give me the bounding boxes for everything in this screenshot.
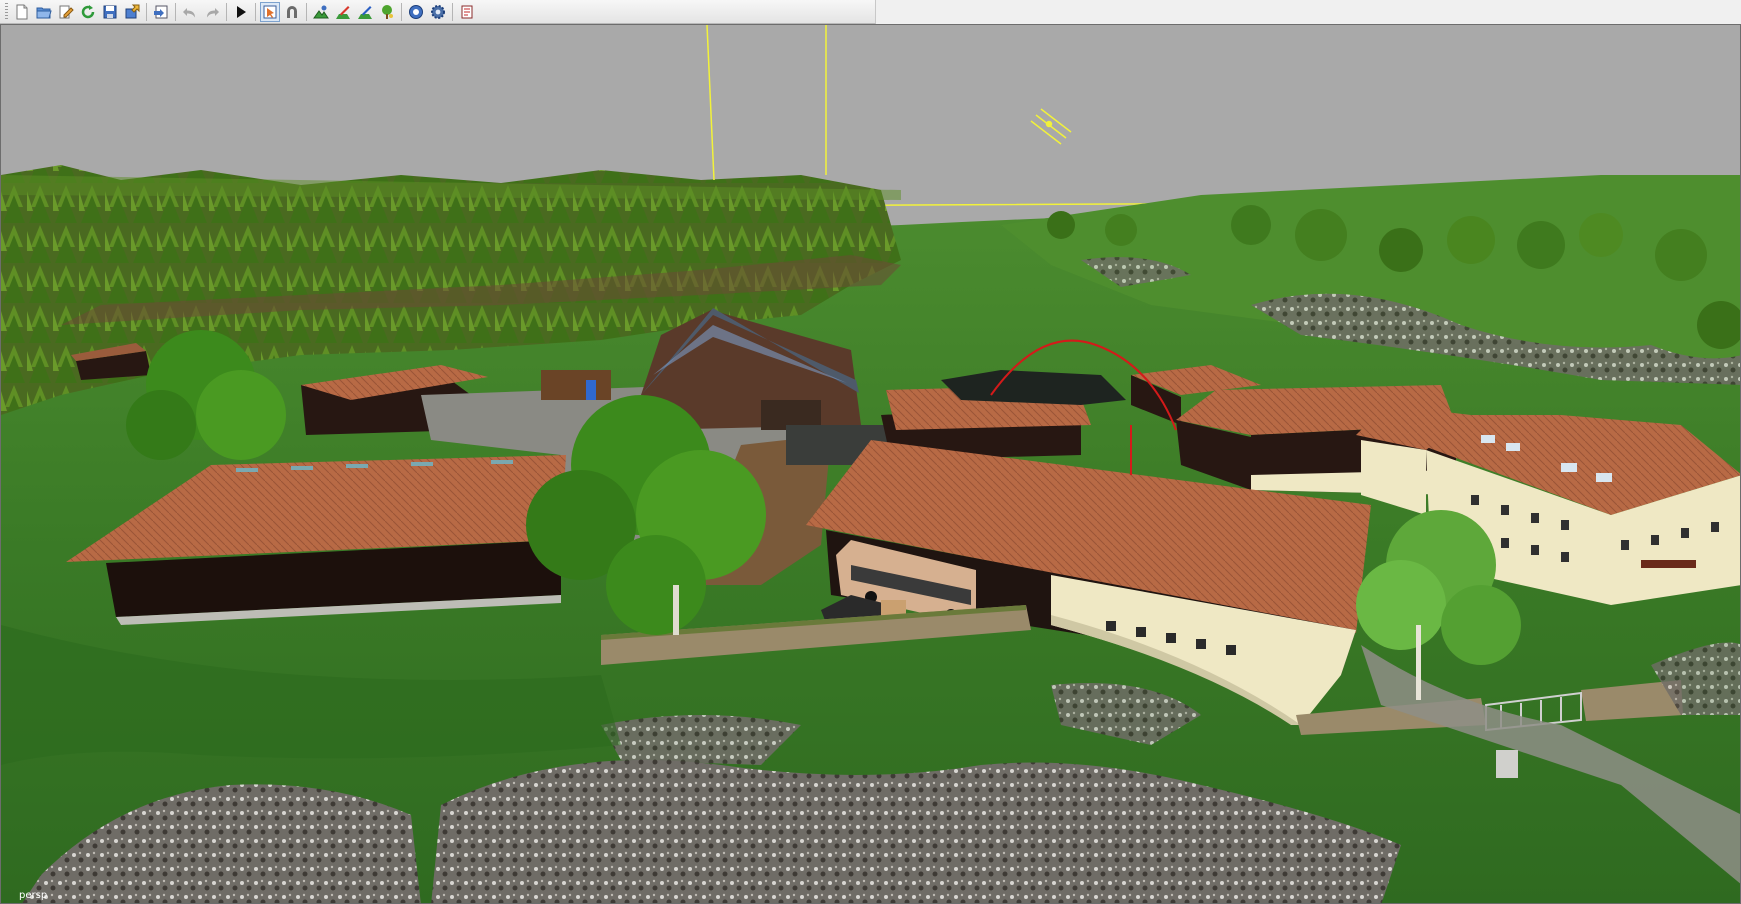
play-icon (237, 5, 246, 18)
edit-file-icon (59, 5, 74, 18)
utility-box (1496, 750, 1518, 778)
foliage-paint-icon (358, 5, 372, 19)
settings-tool-button[interactable] (428, 2, 448, 22)
edit-file-button[interactable] (56, 2, 76, 22)
tree-paint-icon (382, 4, 393, 19)
undo-icon (183, 7, 195, 17)
play-button[interactable] (231, 2, 251, 22)
toolbar-separator (401, 2, 402, 21)
redo-button[interactable] (202, 2, 222, 22)
scene-render (1, 25, 1740, 903)
main-toolbar (0, 0, 876, 24)
foliage-paint-button[interactable] (355, 2, 375, 22)
redo-icon (207, 7, 219, 17)
refresh-button[interactable] (78, 2, 98, 22)
scripts-button[interactable] (457, 2, 477, 22)
object-tool-icon (409, 4, 423, 19)
perspective-viewport[interactable]: persp (0, 24, 1741, 904)
import-icon (154, 5, 168, 18)
select-mode-button[interactable] (260, 1, 280, 22)
toolbar-separator (175, 2, 176, 21)
object-tool-button[interactable] (406, 2, 426, 22)
export-button[interactable] (122, 2, 142, 22)
toolbar-empty-area (876, 0, 1741, 25)
magnet-icon (287, 5, 297, 18)
toolbar-grip[interactable] (5, 2, 8, 21)
toolbar-separator (255, 2, 256, 21)
export-icon (125, 4, 140, 18)
gear-icon (431, 4, 445, 19)
toolbar-separator (226, 2, 227, 21)
new-file-icon (16, 4, 28, 19)
tree-paint-button[interactable] (377, 2, 397, 22)
toolbar-separator (452, 2, 453, 21)
open-file-button[interactable] (34, 2, 54, 22)
select-mode-icon (263, 5, 277, 18)
open-folder-icon (36, 7, 52, 18)
woodshed (541, 370, 611, 400)
terrain-sculpt-button[interactable] (311, 2, 331, 22)
magnet-button[interactable] (282, 2, 302, 22)
save-button[interactable] (100, 2, 120, 22)
portable-toilet (586, 380, 596, 400)
terrain-sculpt-icon (313, 5, 329, 18)
refresh-icon (81, 4, 95, 18)
toolbar-separator (146, 2, 147, 21)
camera-mode-label: persp (19, 890, 48, 901)
toolbar-separator (306, 2, 307, 21)
terrain-paint-button[interactable] (333, 2, 353, 22)
scripts-icon (461, 5, 473, 18)
new-file-button[interactable] (12, 2, 32, 22)
undo-button[interactable] (180, 2, 200, 22)
import-button[interactable] (151, 2, 171, 22)
save-icon (103, 5, 117, 18)
terrain-paint-icon (336, 5, 350, 19)
